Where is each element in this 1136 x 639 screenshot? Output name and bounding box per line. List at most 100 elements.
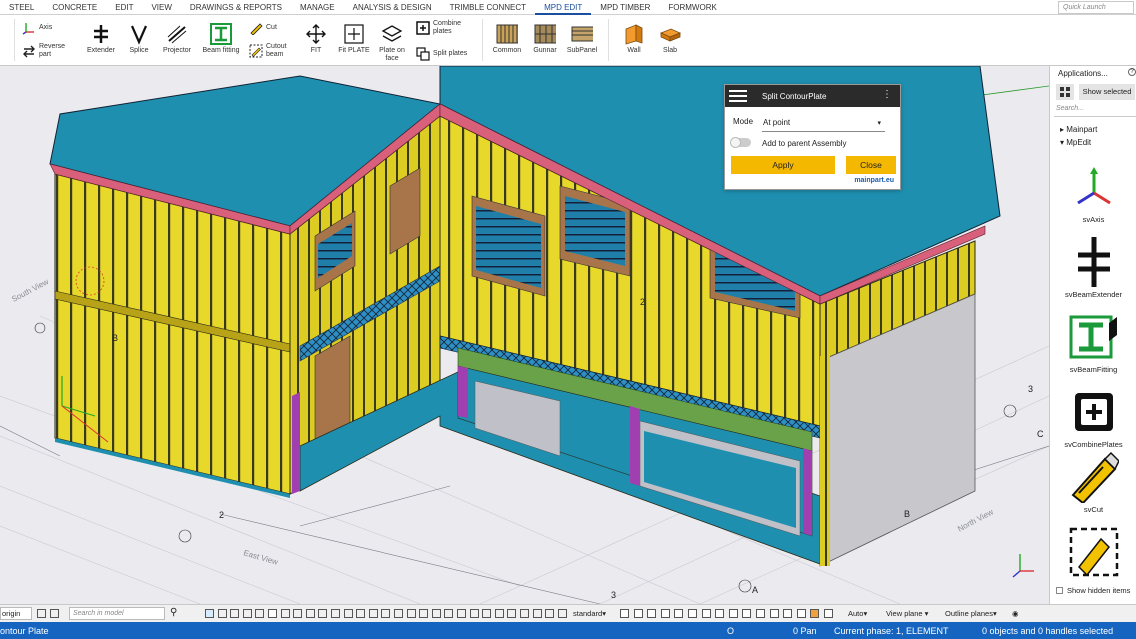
select-arrow-icon[interactable] bbox=[205, 609, 214, 618]
snap-end-icon[interactable] bbox=[620, 609, 629, 618]
select-reference-icon[interactable] bbox=[343, 609, 353, 618]
select-rebar-icon[interactable] bbox=[406, 609, 416, 618]
tool-svbeamfitting[interactable]: svBeamFitting bbox=[1050, 311, 1136, 374]
select-edge-icon[interactable] bbox=[545, 609, 555, 618]
fit-plate-button[interactable]: Fit PLATE bbox=[338, 23, 370, 55]
combine-plates-button[interactable]: Combine plates bbox=[416, 20, 472, 36]
tab-drawings-reports[interactable]: DRAWINGS & REPORTS bbox=[181, 0, 291, 15]
tab-mpd-edit[interactable]: MPD EDIT bbox=[535, 0, 592, 15]
select-pour-icon[interactable] bbox=[419, 609, 429, 618]
select-part-icon[interactable] bbox=[230, 609, 240, 618]
select-object-icon[interactable] bbox=[368, 609, 378, 618]
select-weld-icon[interactable] bbox=[305, 609, 315, 618]
select-cut-icon[interactable] bbox=[394, 609, 403, 618]
mode-select[interactable]: At point ▾ bbox=[762, 118, 885, 132]
split-plates-button[interactable]: Split plates bbox=[416, 47, 467, 61]
select-layer-icon[interactable] bbox=[507, 609, 517, 618]
view-plane-select[interactable]: View plane ▾ bbox=[886, 609, 928, 619]
select-assembly-icon[interactable] bbox=[280, 609, 290, 618]
add-to-parent-toggle[interactable] bbox=[730, 137, 751, 148]
select-all-icon[interactable] bbox=[217, 609, 227, 618]
select-bolt-icon[interactable] bbox=[293, 609, 303, 618]
splice-button[interactable]: Splice bbox=[124, 23, 154, 55]
tool-cutout[interactable] bbox=[1050, 526, 1136, 580]
model-search-input[interactable]: Search in model bbox=[69, 607, 165, 620]
select-connect-icon[interactable] bbox=[457, 609, 466, 618]
select-plane-icon[interactable] bbox=[331, 609, 340, 618]
select-lock-icon[interactable] bbox=[482, 609, 492, 618]
snap-icon[interactable] bbox=[50, 609, 59, 618]
cut-button[interactable]: Cut bbox=[249, 21, 277, 35]
show-hidden-items-checkbox[interactable]: Show hidden items bbox=[1056, 586, 1130, 595]
gunnar-button[interactable]: Gunnar bbox=[528, 23, 562, 55]
fit-button[interactable]: FIT bbox=[303, 23, 329, 55]
tool-svcombineplates[interactable]: svCombinePlates bbox=[1050, 386, 1136, 449]
search-icon[interactable]: ⚲ bbox=[170, 607, 177, 618]
outline-planes-select[interactable]: Outline planes▾ bbox=[945, 609, 997, 619]
common-button[interactable]: Common bbox=[490, 23, 524, 55]
cutout-beam-button[interactable]: Cutout beam bbox=[249, 43, 297, 59]
select-point-icon[interactable] bbox=[242, 609, 252, 618]
tab-mpd-timber[interactable]: MPD TIMBER bbox=[591, 0, 659, 15]
select-component-icon[interactable] bbox=[268, 609, 277, 618]
select-snap-icon[interactable] bbox=[520, 609, 529, 618]
grid-view-button[interactable] bbox=[1056, 84, 1074, 100]
tool-svaxis[interactable]: svAxis bbox=[1050, 161, 1136, 224]
snap-free-icon[interactable] bbox=[715, 609, 725, 618]
snap-plane-icon[interactable] bbox=[756, 609, 765, 618]
plate-on-face-button[interactable]: Plate on face bbox=[376, 23, 408, 63]
more-options-icon[interactable]: ⋮ bbox=[882, 90, 892, 100]
tree-item-mainpart[interactable]: ▸ Mainpart bbox=[1060, 125, 1097, 134]
tree-item-mpedit[interactable]: ▾ MpEdit bbox=[1060, 138, 1091, 147]
tab-analysis-design[interactable]: ANALYSIS & DESIGN bbox=[344, 0, 441, 15]
reverse-part-button[interactable]: Reverse part bbox=[22, 43, 70, 59]
tab-manage[interactable]: MANAGE bbox=[291, 0, 344, 15]
projector-button[interactable]: Projector bbox=[160, 23, 194, 55]
snap-mid-icon[interactable] bbox=[633, 609, 643, 618]
tab-view[interactable]: VIEW bbox=[142, 0, 180, 15]
select-group-icon[interactable] bbox=[494, 609, 504, 618]
panel-search-input[interactable]: Search... bbox=[1054, 105, 1136, 117]
select-ortho-icon[interactable] bbox=[532, 609, 542, 618]
eye-icon[interactable]: ◉ bbox=[1012, 609, 1019, 619]
tool-svcut[interactable]: svCut bbox=[1050, 451, 1136, 514]
auto-select[interactable]: Auto▾ bbox=[848, 609, 867, 619]
tab-concrete[interactable]: CONCRETE bbox=[43, 0, 106, 15]
tab-edit[interactable]: EDIT bbox=[106, 0, 142, 15]
apply-button[interactable]: Apply bbox=[731, 156, 835, 174]
quick-launch-input[interactable]: Quick Launch bbox=[1058, 1, 1134, 14]
select-component-part-icon[interactable] bbox=[381, 609, 391, 618]
snap-grid-icon[interactable] bbox=[742, 609, 752, 618]
beam-fitting-button[interactable]: Beam fitting bbox=[200, 23, 242, 55]
show-selected-button[interactable]: Show selected bbox=[1079, 84, 1135, 100]
snap-line-icon[interactable] bbox=[688, 609, 697, 618]
mainpart-link[interactable]: mainpart.eu bbox=[854, 177, 894, 184]
select-load-icon[interactable] bbox=[431, 609, 441, 618]
select-view-icon[interactable] bbox=[318, 609, 328, 618]
extender-button[interactable]: Extender bbox=[86, 23, 116, 55]
snap-perpendicular-icon[interactable] bbox=[674, 609, 684, 618]
hamburger-menu-icon[interactable] bbox=[729, 90, 747, 102]
close-button[interactable]: Close bbox=[846, 156, 896, 174]
workplane-icon[interactable] bbox=[37, 609, 46, 618]
select-drawing-icon[interactable] bbox=[444, 609, 454, 618]
select-surface-icon[interactable] bbox=[356, 609, 366, 618]
snap-center-icon[interactable] bbox=[647, 609, 657, 618]
snap-any-icon[interactable] bbox=[796, 609, 806, 618]
tab-steel[interactable]: STEEL bbox=[0, 0, 43, 15]
snap-geometry-icon[interactable] bbox=[769, 609, 779, 618]
select-filter-icon[interactable] bbox=[469, 609, 479, 618]
snap-extension-icon[interactable] bbox=[783, 609, 793, 618]
tab-formwork[interactable]: FORMWORK bbox=[659, 0, 725, 15]
slab-button[interactable]: Slab bbox=[656, 23, 684, 55]
select-grid-icon[interactable] bbox=[255, 609, 265, 618]
workplane-select[interactable]: origin bbox=[0, 607, 32, 620]
wall-button[interactable]: Wall bbox=[620, 23, 648, 55]
snap-override-icon[interactable] bbox=[824, 609, 833, 618]
snap-orange-icon[interactable] bbox=[810, 609, 820, 618]
axis-button[interactable]: Axis bbox=[22, 21, 52, 35]
snap-nearest-icon[interactable] bbox=[701, 609, 711, 618]
tab-trimble-connect[interactable]: TRIMBLE CONNECT bbox=[441, 0, 535, 15]
help-icon[interactable]: ? bbox=[1128, 68, 1136, 76]
standard-select[interactable]: standard▾ bbox=[573, 609, 606, 619]
